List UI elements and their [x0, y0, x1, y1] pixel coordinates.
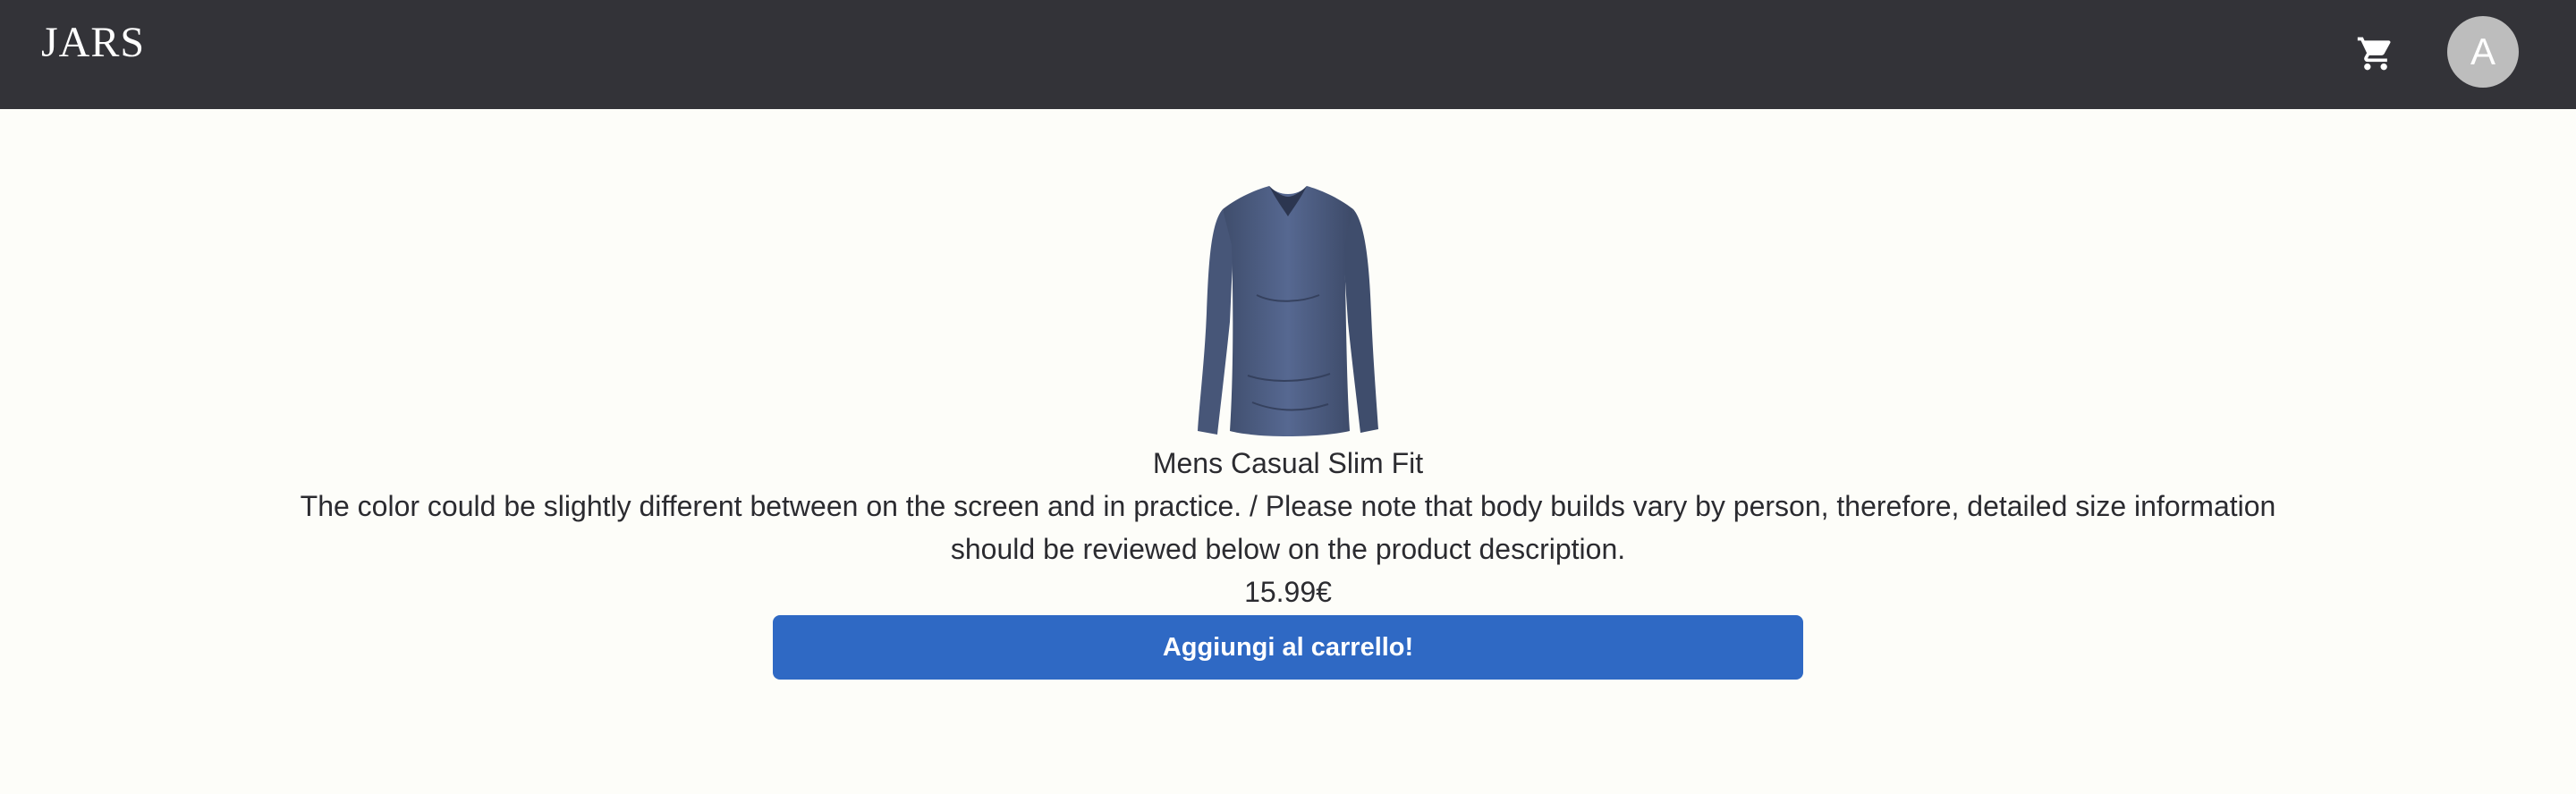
brand-logo[interactable]: JARS [41, 16, 145, 70]
shopping-cart-icon [2357, 37, 2391, 71]
product-price: 15.99€ [1244, 576, 1332, 608]
product-card: Mens Casual Slim Fit The color could be … [0, 170, 2576, 680]
add-to-cart-button[interactable]: Aggiungi al carrello! [773, 615, 1803, 680]
product-image [1198, 186, 1378, 436]
top-navbar: JARS A [0, 0, 2576, 109]
cart-button[interactable] [2351, 29, 2401, 79]
product-title: Mens Casual Slim Fit [1152, 447, 1424, 479]
product-description: The color could be slightly different be… [300, 490, 2276, 565]
user-avatar[interactable]: A [2447, 16, 2519, 88]
